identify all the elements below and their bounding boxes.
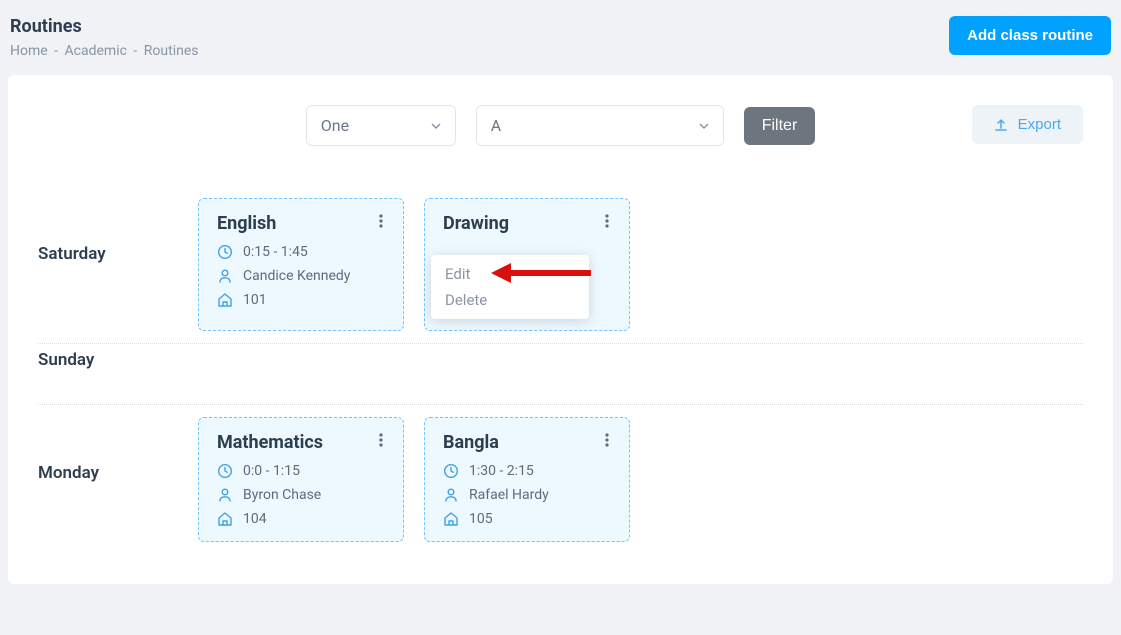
- kebab-menu-icon[interactable]: [599, 213, 615, 229]
- upload-icon: [994, 118, 1008, 132]
- card-time: 0:15 - 1:45: [243, 244, 308, 260]
- card-time: 0:0 - 1:15: [243, 463, 300, 479]
- routine-card: English 0:15 - 1:45 Candice Kennedy 101: [198, 198, 404, 331]
- breadcrumb-home[interactable]: Home: [10, 43, 48, 59]
- breadcrumb-sep: -: [133, 43, 137, 59]
- card-teacher: Byron Chase: [243, 487, 321, 503]
- home-icon: [217, 292, 233, 308]
- clock-icon: [217, 463, 233, 479]
- kebab-menu-icon[interactable]: [599, 432, 615, 448]
- breadcrumb-current: Routines: [144, 43, 199, 59]
- day-row-sunday: Sunday: [38, 343, 1083, 404]
- export-button[interactable]: Export: [972, 105, 1083, 144]
- card-time: 1:30 - 2:15: [469, 463, 534, 479]
- add-class-routine-button[interactable]: Add class routine: [949, 16, 1111, 55]
- routine-card: Drawing 104 Edit Delete: [424, 198, 630, 331]
- home-icon: [443, 511, 459, 527]
- routine-card: Bangla 1:30 - 2:15 Rafael Hardy 105: [424, 417, 630, 542]
- person-icon: [443, 487, 459, 503]
- person-icon: [217, 487, 233, 503]
- kebab-menu-icon[interactable]: [373, 432, 389, 448]
- dropdown-edit[interactable]: Edit: [431, 261, 589, 287]
- export-label: Export: [1018, 116, 1061, 133]
- filter-button[interactable]: Filter: [744, 107, 816, 145]
- main-panel: One A Filter Export Saturday English 0:1…: [8, 75, 1113, 584]
- chevron-down-icon: [699, 121, 709, 131]
- page-title: Routines: [10, 16, 198, 37]
- filters-row: One A Filter Export: [38, 105, 1083, 146]
- card-room: 104: [243, 511, 267, 527]
- kebab-menu-icon[interactable]: [373, 213, 389, 229]
- clock-icon: [217, 244, 233, 260]
- section-select[interactable]: A: [476, 105, 724, 146]
- class-select-value: One: [321, 116, 349, 135]
- breadcrumb: Home - Academic - Routines: [10, 43, 198, 59]
- card-subject: Drawing: [443, 213, 611, 234]
- class-select[interactable]: One: [306, 105, 456, 146]
- breadcrumb-sep: -: [54, 43, 58, 59]
- day-label: Saturday: [38, 192, 198, 264]
- card-room: 105: [469, 511, 493, 527]
- card-teacher: Candice Kennedy: [243, 268, 350, 284]
- card-subject: English: [217, 213, 385, 234]
- day-label: Sunday: [38, 350, 198, 394]
- card-room: 101: [243, 292, 267, 308]
- clock-icon: [443, 463, 459, 479]
- card-teacher: Rafael Hardy: [469, 487, 549, 503]
- day-row-saturday: Saturday English 0:15 - 1:45 Candice Ken…: [38, 186, 1083, 343]
- card-subject: Mathematics: [217, 432, 385, 453]
- breadcrumb-academic[interactable]: Academic: [65, 43, 127, 59]
- routine-card: Mathematics 0:0 - 1:15 Byron Chase 104: [198, 417, 404, 542]
- chevron-down-icon: [431, 121, 441, 131]
- home-icon: [217, 511, 233, 527]
- section-select-value: A: [491, 116, 501, 135]
- day-row-monday: Monday Mathematics 0:0 - 1:15 Byron Chas…: [38, 404, 1083, 554]
- dropdown-delete[interactable]: Delete: [431, 287, 589, 313]
- card-subject: Bangla: [443, 432, 611, 453]
- day-label: Monday: [38, 411, 198, 483]
- card-dropdown: Edit Delete: [431, 255, 589, 319]
- person-icon: [217, 268, 233, 284]
